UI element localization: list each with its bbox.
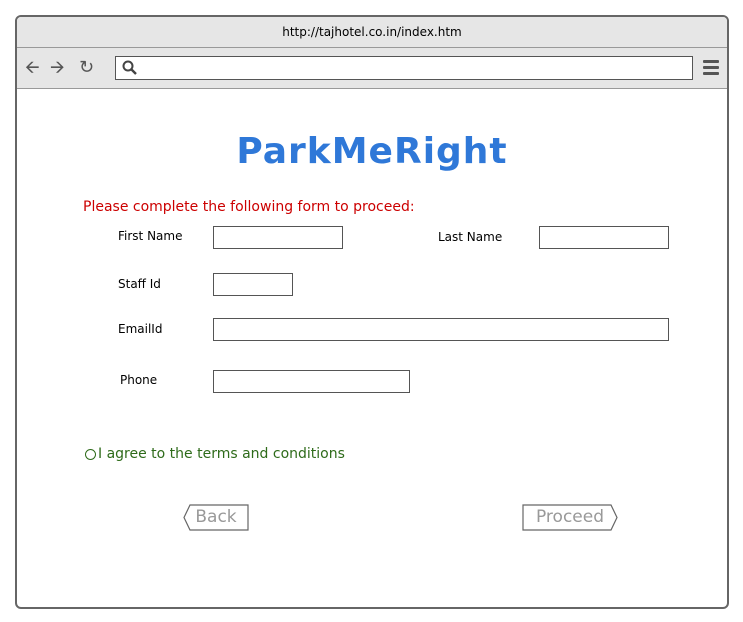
browser-window: http://tajhotel.co.in/index.htm 🡨 🡪 ↻ Pa… [15, 15, 729, 609]
radio-icon[interactable] [85, 448, 96, 460]
hamburger-menu-icon[interactable] [703, 60, 719, 78]
back-arrow-icon[interactable]: 🡨 [25, 58, 40, 78]
terms-label: I agree to the terms and conditions [98, 446, 345, 462]
back-button-label: Back [195, 507, 237, 527]
page-content: ParkMeRight Please complete the followin… [17, 89, 727, 607]
email-label: EmailId [118, 322, 163, 336]
terms-agreement[interactable]: I agree to the terms and conditions [85, 446, 345, 462]
phone-label: Phone [120, 373, 158, 387]
reload-icon[interactable]: ↻ [79, 58, 94, 78]
page-url: http://tajhotel.co.in/index.htm [282, 25, 462, 39]
proceed-button-label: Proceed [535, 507, 605, 527]
email-field[interactable] [213, 318, 669, 341]
phone-field[interactable] [213, 370, 410, 393]
search-icon [122, 60, 137, 75]
app-title: ParkMeRight [236, 131, 508, 172]
forward-arrow-icon[interactable]: 🡪 [50, 58, 65, 78]
form-instruction: Please complete the following form to pr… [83, 199, 415, 215]
proceed-button[interactable]: Proceed [522, 504, 618, 531]
back-button[interactable]: Back [183, 504, 249, 531]
browser-toolbar: 🡨 🡪 ↻ [17, 48, 727, 89]
title-bar: http://tajhotel.co.in/index.htm [17, 17, 727, 48]
first-name-label: First Name [118, 229, 183, 243]
first-name-field[interactable] [213, 226, 343, 249]
staff-id-label: Staff Id [118, 277, 161, 291]
address-bar[interactable] [115, 56, 693, 80]
last-name-field[interactable] [539, 226, 669, 249]
staff-id-field[interactable] [213, 273, 293, 296]
last-name-label: Last Name [438, 230, 503, 244]
